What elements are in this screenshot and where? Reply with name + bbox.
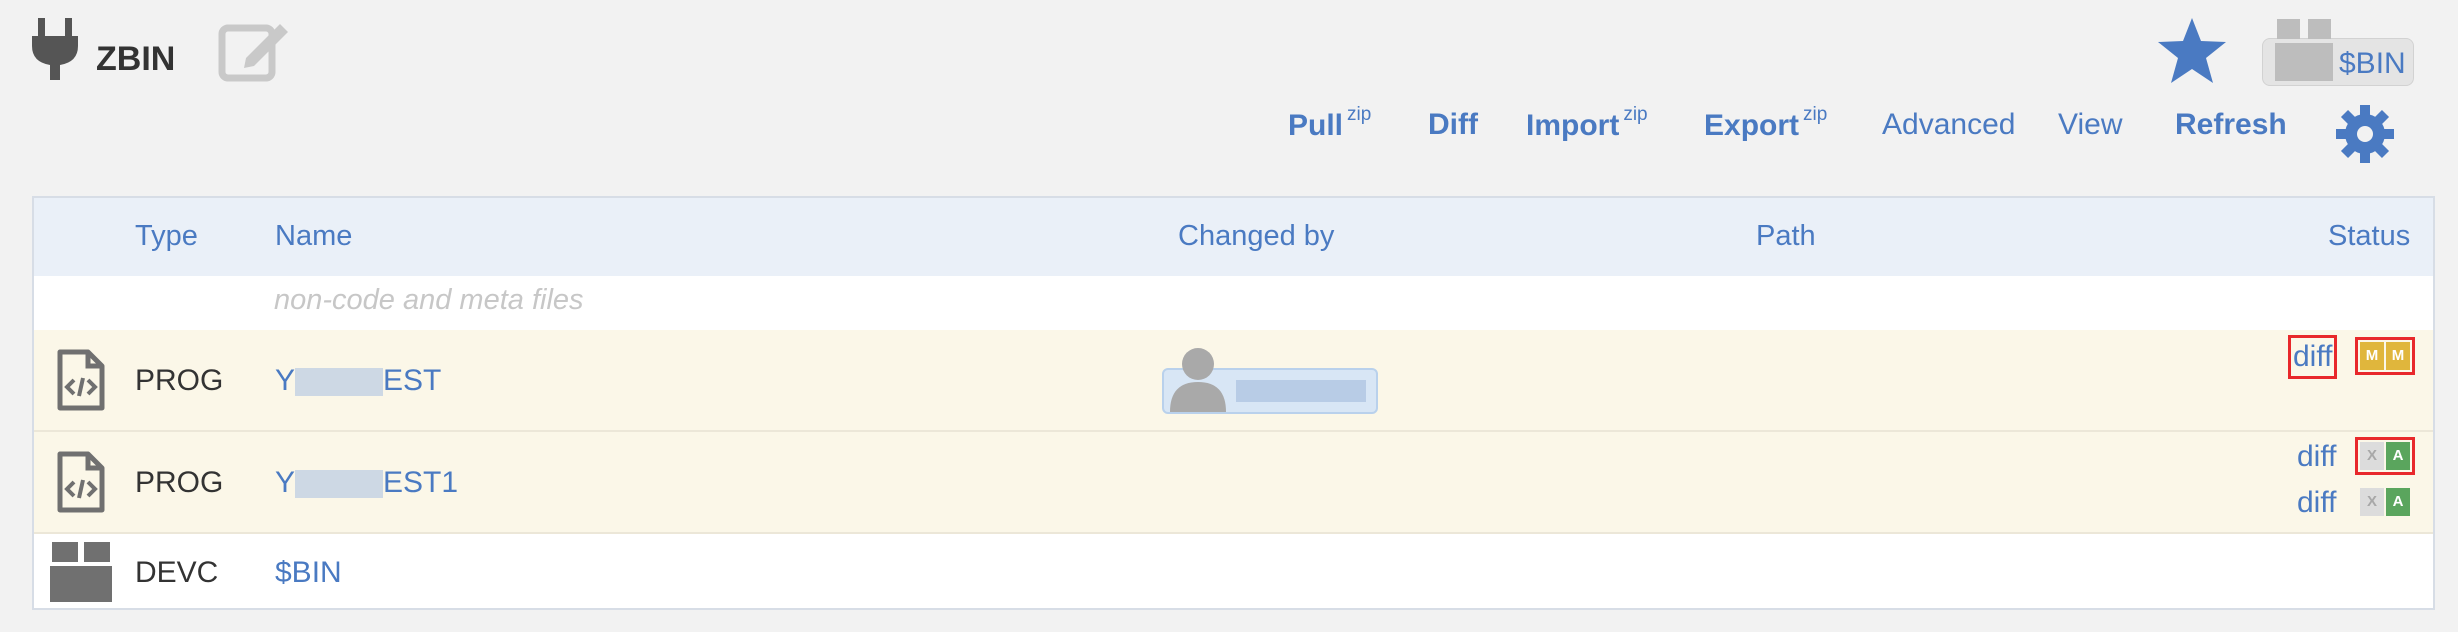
badge-local-none: X xyxy=(2360,488,2384,516)
badge-local-modified: M xyxy=(2360,342,2384,370)
view-menu[interactable]: View xyxy=(2058,108,2122,142)
diff-link[interactable]: diff xyxy=(2297,486,2336,520)
table-row: PROG Y EST1 diff X A diff X A xyxy=(34,432,2433,534)
package-icon xyxy=(2273,17,2335,86)
table-row: DEVC $BIN xyxy=(34,534,2433,608)
row-name-link[interactable]: Y EST xyxy=(275,364,441,398)
table-header: Type Name Changed by Path Status xyxy=(34,198,2433,278)
objects-table: Type Name Changed by Path Status non-cod… xyxy=(32,196,2435,610)
star-icon[interactable] xyxy=(2155,16,2229,91)
file-code-icon xyxy=(56,348,106,417)
diff-link[interactable]: diff xyxy=(2297,440,2336,474)
export-button[interactable]: Export zip xyxy=(1704,104,1827,143)
table-row: PROG Y EST diff M M xyxy=(34,330,2433,432)
col-path[interactable]: Path xyxy=(1756,220,1816,253)
plug-icon xyxy=(30,18,80,85)
diff-link[interactable]: diff xyxy=(2287,335,2338,379)
row-type: PROG xyxy=(135,466,224,499)
file-code-icon xyxy=(56,450,106,519)
advanced-menu[interactable]: Advanced xyxy=(1882,108,2015,142)
status-badges[interactable]: X A xyxy=(2355,437,2415,475)
gear-icon[interactable] xyxy=(2334,103,2396,170)
refresh-button[interactable]: Refresh xyxy=(2175,108,2287,142)
import-button[interactable]: Import zip xyxy=(1526,104,1648,143)
package-label: $BIN xyxy=(2339,47,2406,80)
package-button[interactable]: $BIN xyxy=(2262,19,2414,86)
col-status[interactable]: Status xyxy=(2328,220,2410,253)
col-name[interactable]: Name xyxy=(275,220,352,253)
status-badges[interactable]: M M xyxy=(2355,337,2415,375)
col-changed-by[interactable]: Changed by xyxy=(1178,220,1334,253)
package-icon xyxy=(50,540,112,607)
user-chip[interactable] xyxy=(1162,348,1378,414)
row-name-link[interactable]: Y EST1 xyxy=(275,466,458,500)
redacted-text xyxy=(295,470,384,499)
row-type: DEVC xyxy=(135,556,219,589)
diff-button[interactable]: Diff xyxy=(1428,108,1478,142)
meta-files-label: non-code and meta files xyxy=(274,284,584,316)
redacted-user-name xyxy=(1236,380,1366,402)
badge-local-none: X xyxy=(2360,442,2384,470)
row-type: PROG xyxy=(135,364,224,397)
repo-name: ZBIN xyxy=(96,40,176,78)
edit-icon[interactable] xyxy=(218,16,292,87)
table-row-meta: non-code and meta files xyxy=(34,276,2433,330)
pull-button[interactable]: Pull zip xyxy=(1288,104,1371,143)
header: ZBIN $BIN xyxy=(0,0,2458,190)
badge-remote-modified: M xyxy=(2386,342,2410,370)
status-badges[interactable]: X A xyxy=(2360,488,2410,516)
badge-remote-added: A xyxy=(2386,488,2410,516)
person-icon xyxy=(1168,346,1228,417)
col-type[interactable]: Type xyxy=(135,220,198,253)
row-name-link[interactable]: $BIN xyxy=(275,556,342,590)
badge-remote-added: A xyxy=(2386,442,2410,470)
redacted-text xyxy=(295,368,384,397)
